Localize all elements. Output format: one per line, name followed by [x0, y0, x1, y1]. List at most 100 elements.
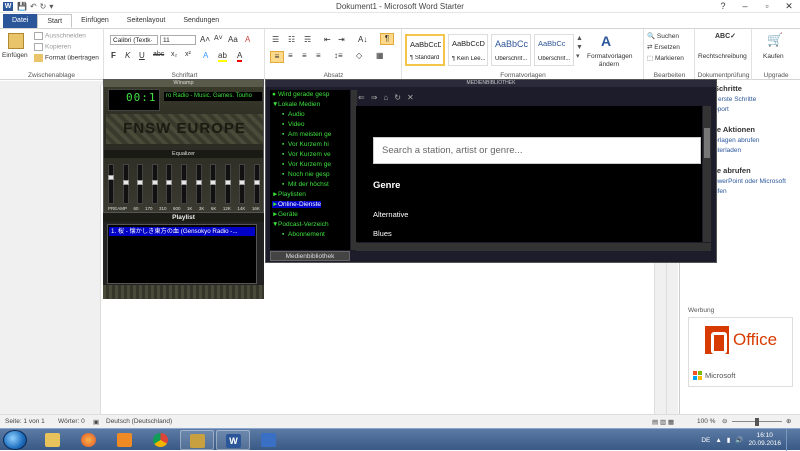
tree-item[interactable]: ▪ Am meisten ge: [282, 131, 331, 138]
language-status[interactable]: Deutsch (Deutschland): [106, 418, 172, 425]
content-scrollbar[interactable]: [703, 106, 711, 242]
strikethrough-button[interactable]: abc: [153, 51, 164, 58]
language-indicator[interactable]: DE: [701, 437, 710, 444]
taskbar-chrome[interactable]: [144, 430, 178, 450]
eq-slider[interactable]: [137, 164, 144, 204]
eq-slider-knob[interactable]: [122, 180, 129, 185]
proofing-status-icon[interactable]: ▣: [93, 418, 99, 426]
find-button[interactable]: 🔍 Suchen: [647, 32, 679, 40]
styles-scroll-icon[interactable]: ▲ ▼ ▾: [576, 34, 583, 61]
cut-button[interactable]: Ausschneiden: [34, 32, 86, 40]
genre-item[interactable]: Blues: [373, 229, 392, 238]
taskpane-link-templates[interactable]: orlagen abrufen: [714, 137, 760, 144]
taskbar-media-player[interactable]: [108, 430, 142, 450]
clear-format-icon[interactable]: A: [245, 35, 250, 44]
eq-slider-knob[interactable]: [166, 180, 173, 185]
word-count[interactable]: Wörter: 0: [58, 418, 85, 425]
eq-slider-knob[interactable]: [224, 180, 231, 185]
eq-slider[interactable]: [122, 164, 129, 204]
eq-slider[interactable]: [253, 164, 260, 204]
underline-button[interactable]: U: [139, 51, 145, 60]
change-styles-button[interactable]: Formatvorlagen ändern: [587, 53, 633, 69]
eq-slider[interactable]: [180, 164, 187, 204]
taskbar-paint[interactable]: [252, 430, 286, 450]
tree-item[interactable]: ▪ Video: [282, 121, 305, 128]
equalizer-title[interactable]: Equalizer: [104, 150, 263, 158]
shading-icon[interactable]: ◇: [356, 51, 362, 60]
tree-item[interactable]: ►Playlisten: [272, 191, 306, 198]
office-ad[interactable]: Office Microsoft: [688, 317, 793, 387]
playlist-title[interactable]: Playlist: [103, 213, 264, 222]
tab-seitenlayout[interactable]: Seitenlayout: [118, 14, 175, 28]
tree-item[interactable]: ▪ Audio: [282, 111, 305, 118]
change-styles-icon[interactable]: A: [601, 33, 617, 49]
style-heading-1[interactable]: AaBbCc Überschrif...: [491, 34, 531, 66]
eq-slider-knob[interactable]: [195, 180, 202, 185]
spellcheck-button[interactable]: Rechtschreibung: [698, 53, 747, 60]
tree-item[interactable]: ▪ Mit der höchst: [282, 181, 329, 188]
refresh-icon[interactable]: ↻: [394, 93, 401, 102]
eq-slider[interactable]: [108, 164, 114, 204]
zoom-in-icon[interactable]: ⊕: [786, 417, 791, 425]
playlist-controls[interactable]: [103, 285, 264, 299]
tree-item[interactable]: ▼Podcast-Verzeich: [272, 221, 329, 228]
sort-icon[interactable]: A↓: [358, 35, 367, 44]
winamp-title[interactable]: Winamp: [104, 80, 263, 87]
eq-slider-knob[interactable]: [151, 180, 158, 185]
close-icon[interactable]: ✕: [778, 0, 800, 12]
font-family-select[interactable]: Calibri (Textk·: [110, 35, 158, 45]
scrollbar-thumb[interactable]: [704, 128, 710, 158]
taskbar-word[interactable]: W: [216, 430, 250, 450]
multilevel-list-icon[interactable]: ☴: [304, 35, 311, 44]
maximize-icon[interactable]: ▫: [756, 0, 778, 12]
minimize-icon[interactable]: –: [734, 0, 756, 12]
eq-slider-knob[interactable]: [137, 180, 144, 185]
genre-item[interactable]: Alternative: [373, 210, 408, 219]
tab-datei[interactable]: Datei: [3, 14, 38, 28]
align-left-icon[interactable]: ≡: [270, 51, 284, 63]
help-icon[interactable]: ?: [712, 0, 734, 12]
zoom-level[interactable]: 100 %: [697, 418, 715, 425]
change-case-icon[interactable]: Aa: [228, 35, 238, 44]
copy-button[interactable]: Kopieren: [34, 43, 71, 51]
eq-slider[interactable]: [224, 164, 231, 204]
eq-slider[interactable]: [239, 164, 246, 204]
taskbar-explorer[interactable]: [36, 430, 70, 450]
decrease-indent-icon[interactable]: ⇤: [324, 35, 331, 44]
playback-time[interactable]: 00:1: [126, 91, 157, 104]
increase-indent-icon[interactable]: ⇥: [338, 35, 345, 44]
italic-button[interactable]: K: [125, 51, 130, 60]
paste-icon[interactable]: [8, 33, 24, 49]
forward-icon[interactable]: ⇒: [371, 93, 378, 102]
eq-slider[interactable]: [195, 164, 202, 204]
justify-icon[interactable]: ≡: [316, 51, 321, 60]
tree-item[interactable]: ▪ Vor Kurzem ge: [282, 161, 331, 168]
zoom-slider-thumb[interactable]: [755, 418, 759, 426]
eq-slider-knob[interactable]: [253, 180, 260, 185]
shrink-font-icon[interactable]: A˅: [214, 35, 223, 42]
text-effects-icon[interactable]: A: [203, 51, 208, 60]
bullets-icon[interactable]: ☰: [272, 35, 279, 44]
start-button[interactable]: [3, 430, 27, 450]
line-spacing-icon[interactable]: ↕≡: [334, 51, 343, 60]
taskbar-firefox[interactable]: [72, 430, 106, 450]
spellcheck-icon[interactable]: ABC✓: [715, 32, 736, 48]
show-desktop-button[interactable]: [786, 429, 794, 451]
tab-sendungen[interactable]: Sendungen: [174, 14, 228, 28]
format-painter-button[interactable]: Format übertragen: [34, 54, 99, 62]
taskpane-link-powerpoint[interactable]: owerPoint oder Microsoft: [714, 178, 786, 185]
font-size-select[interactable]: 11: [160, 35, 196, 45]
tree-item[interactable]: ►Geräte: [272, 211, 298, 218]
borders-icon[interactable]: ▦: [376, 51, 384, 60]
style-standard[interactable]: AaBbCcDc ¶ Standard: [405, 34, 445, 66]
tree-item[interactable]: ▪ Vor Kurzem hi: [282, 141, 329, 148]
tab-einfuegen[interactable]: Einfügen: [72, 14, 118, 28]
stop-icon[interactable]: ✕: [407, 93, 414, 102]
volume-icon[interactable]: 🔊: [735, 436, 743, 444]
tree-item[interactable]: ● Wird gerade gesp: [272, 91, 329, 98]
numbering-icon[interactable]: ☷: [288, 35, 295, 44]
tree-item[interactable]: ▼Lokale Medien: [272, 101, 320, 108]
show-marks-icon[interactable]: ¶: [380, 33, 394, 45]
tab-start[interactable]: Start: [37, 14, 73, 28]
replace-button[interactable]: ⇄ Ersetzen: [647, 43, 680, 51]
